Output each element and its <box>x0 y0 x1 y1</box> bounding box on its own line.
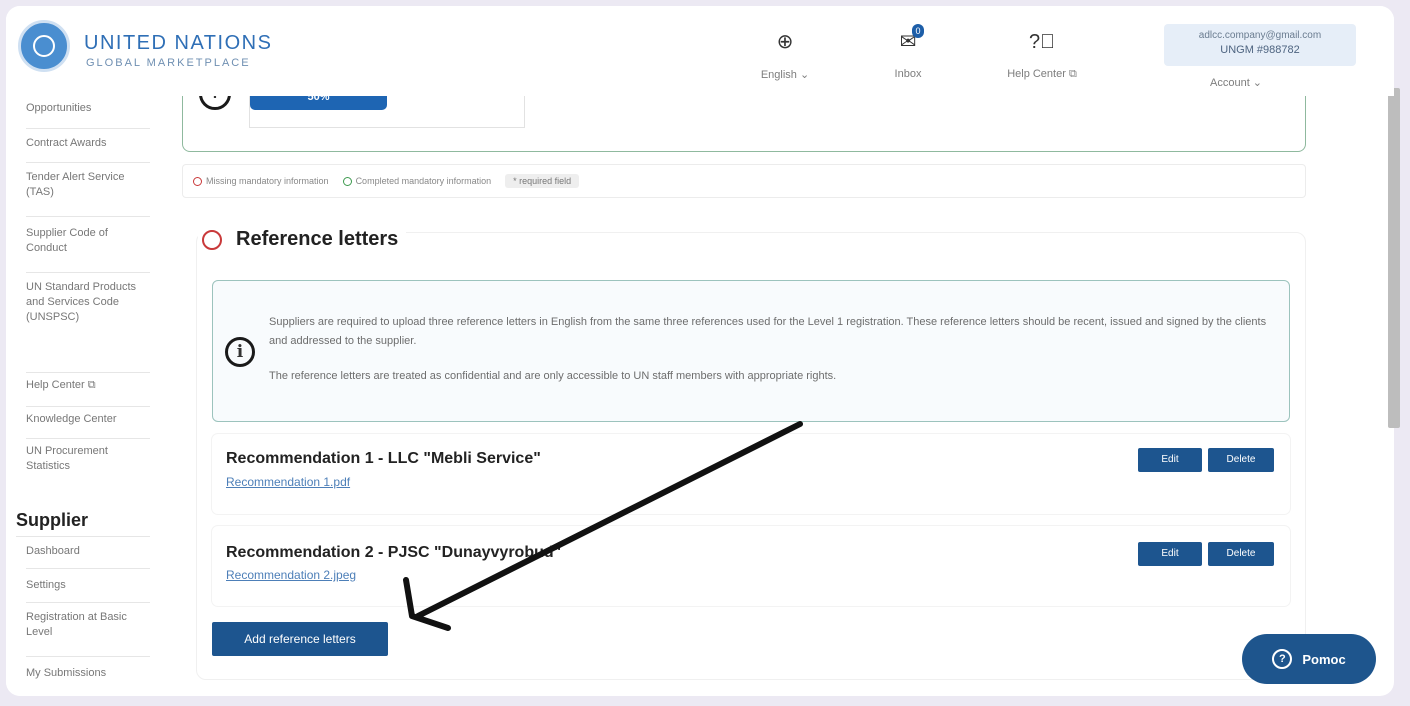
add-reference-letters-button[interactable]: Add reference letters <box>212 622 388 656</box>
recommendation-file-link[interactable]: Recommendation 1.pdf <box>226 475 350 489</box>
delete-button[interactable]: Delete <box>1208 448 1274 472</box>
left-sidebar: Procurement Opportunities Contract Award… <box>6 84 162 696</box>
globe-emblem-icon <box>33 35 55 57</box>
inbox-link[interactable]: ✉ 0 Inbox <box>886 24 930 80</box>
account-info[interactable]: adlcc.company@gmail.com UNGM #988782 <box>1164 24 1356 66</box>
info-paragraph-1: Suppliers are required to upload three r… <box>269 316 1267 347</box>
help-center-link[interactable]: ?⃝ Help Center ⧉ <box>996 28 1088 81</box>
info-paragraph-2: The reference letters are treated as con… <box>269 370 837 382</box>
section-header: Reference letters <box>198 228 407 251</box>
sidebar-heading-supplier: Supplier <box>16 510 89 530</box>
top-header: UNITED NATIONS GLOBAL MARKETPLACE ⊕ Engl… <box>6 6 1394 96</box>
legend-completed-text: Completed mandatory information <box>355 176 492 186</box>
recommendation-card: Recommendation 1 - LLC "Mebli Service" R… <box>212 434 1290 514</box>
completed-indicator-icon <box>342 176 352 186</box>
sidebar-item-contract-awards[interactable]: Contract Awards <box>26 136 150 151</box>
sidebar-item-procurement-statistics[interactable]: UN Procurement Statistics <box>26 444 150 474</box>
recommendation-file-link[interactable]: Recommendation 2.jpeg <box>226 568 356 582</box>
help-widget-label: Pomoc <box>1302 651 1346 667</box>
logo-title[interactable]: UNITED NATIONS <box>84 32 272 55</box>
recommendation-title: Recommendation 2 - PJSC "Dunayvyrobud" <box>226 544 562 561</box>
sidebar-divider <box>26 406 150 407</box>
delete-button[interactable]: Delete <box>1208 542 1274 566</box>
help-center-label: Help Center ⧉ <box>1007 68 1077 80</box>
field-legend: Missing mandatory information Completed … <box>182 164 1306 198</box>
sidebar-divider <box>26 128 150 129</box>
sidebar-item-knowledge-center[interactable]: Knowledge Center <box>26 412 150 427</box>
sidebar-item-unspsc[interactable]: UN Standard Products and Services Code (… <box>26 280 150 325</box>
sidebar-item-dashboard[interactable]: Dashboard <box>26 544 150 559</box>
recommendation-title: Recommendation 1 - LLC "Mebli Service" <box>226 450 541 467</box>
legend-missing: Missing mandatory information <box>193 176 329 186</box>
legend-completed: Completed mandatory information <box>342 176 492 186</box>
globe-icon: ⊕ <box>776 31 794 53</box>
language-label: English ⌄ <box>760 69 810 81</box>
sidebar-item-settings[interactable]: Settings <box>26 578 150 593</box>
sidebar-item-tender-alert[interactable]: Tender Alert Service (TAS) <box>26 170 150 200</box>
info-icon: i <box>225 337 255 367</box>
sidebar-item-my-submissions[interactable]: My Submissions <box>26 666 150 681</box>
recommendation-card: Recommendation 2 - PJSC "Dunayvyrobud" R… <box>212 526 1290 606</box>
missing-indicator-icon <box>193 176 202 186</box>
question-icon: ? <box>1272 649 1293 669</box>
un-emblem-logo[interactable] <box>18 20 70 72</box>
sidebar-item-code-of-conduct[interactable]: Supplier Code of Conduct <box>26 226 150 256</box>
account-email: adlcc.company@gmail.com <box>1198 30 1322 41</box>
section-title: Reference letters <box>236 228 399 250</box>
inbox-label: Inbox <box>894 68 922 80</box>
sidebar-divider <box>26 656 150 657</box>
language-selector[interactable]: ⊕ English ⌄ <box>750 28 820 81</box>
missing-status-icon <box>202 229 222 250</box>
sidebar-divider <box>16 536 150 537</box>
account-id: UNGM #988782 <box>1220 44 1300 56</box>
sidebar-divider <box>26 162 150 163</box>
browser-frame: UNITED NATIONS GLOBAL MARKETPLACE ⊕ Engl… <box>6 6 1394 696</box>
main-content: i 50% Missing mandatory information Comp… <box>174 78 1374 696</box>
sidebar-divider <box>26 568 150 569</box>
inbox-count-badge: 0 <box>912 24 924 38</box>
sidebar-divider <box>26 272 150 273</box>
edit-button[interactable]: Edit <box>1138 448 1202 472</box>
required-field-tag: * required field <box>505 174 580 188</box>
vertical-scrollbar[interactable] <box>1388 88 1400 428</box>
sidebar-divider <box>26 372 150 373</box>
sidebar-item-registration-basic[interactable]: Registration at Basic Level <box>26 610 150 640</box>
help-icon: ?⃝ <box>1028 31 1056 53</box>
sidebar-divider <box>26 216 150 217</box>
sidebar-divider <box>26 438 150 439</box>
edit-button[interactable]: Edit <box>1138 542 1202 566</box>
help-widget-button[interactable]: ? Pomoc <box>1242 634 1376 684</box>
logo-subtitle: GLOBAL MARKETPLACE <box>86 57 251 69</box>
sidebar-divider <box>26 602 150 603</box>
sidebar-item-help-center[interactable]: Help Center ⧉ <box>26 378 150 393</box>
legend-missing-text: Missing mandatory information <box>206 176 329 186</box>
info-notice: i Suppliers are required to upload three… <box>212 280 1290 422</box>
account-menu[interactable]: Account ⌄ <box>1210 76 1262 89</box>
